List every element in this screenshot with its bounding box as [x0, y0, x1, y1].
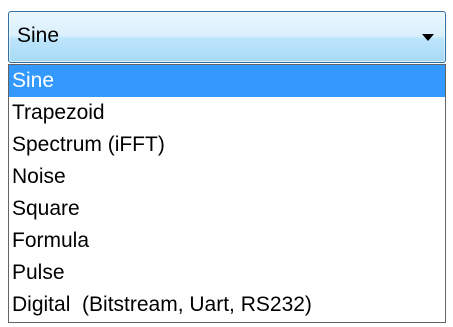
- option-digital[interactable]: Digital (Bitstream, Uart, RS232): [9, 289, 445, 321]
- option-spectrum-ifft[interactable]: Spectrum (iFFT): [9, 129, 445, 161]
- waveform-select[interactable]: Sine: [8, 11, 446, 63]
- option-trapezoid[interactable]: Trapezoid: [9, 97, 445, 129]
- selected-value: Sine: [17, 24, 60, 47]
- option-sine[interactable]: Sine: [9, 65, 445, 97]
- chevron-down-icon[interactable]: [422, 34, 434, 41]
- option-square[interactable]: Square: [9, 193, 445, 225]
- option-formula[interactable]: Formula: [9, 225, 445, 257]
- option-pulse[interactable]: Pulse: [9, 257, 445, 289]
- option-noise[interactable]: Noise: [9, 161, 445, 193]
- dropdown-list: Sine Trapezoid Spectrum (iFFT) Noise Squ…: [8, 64, 446, 323]
